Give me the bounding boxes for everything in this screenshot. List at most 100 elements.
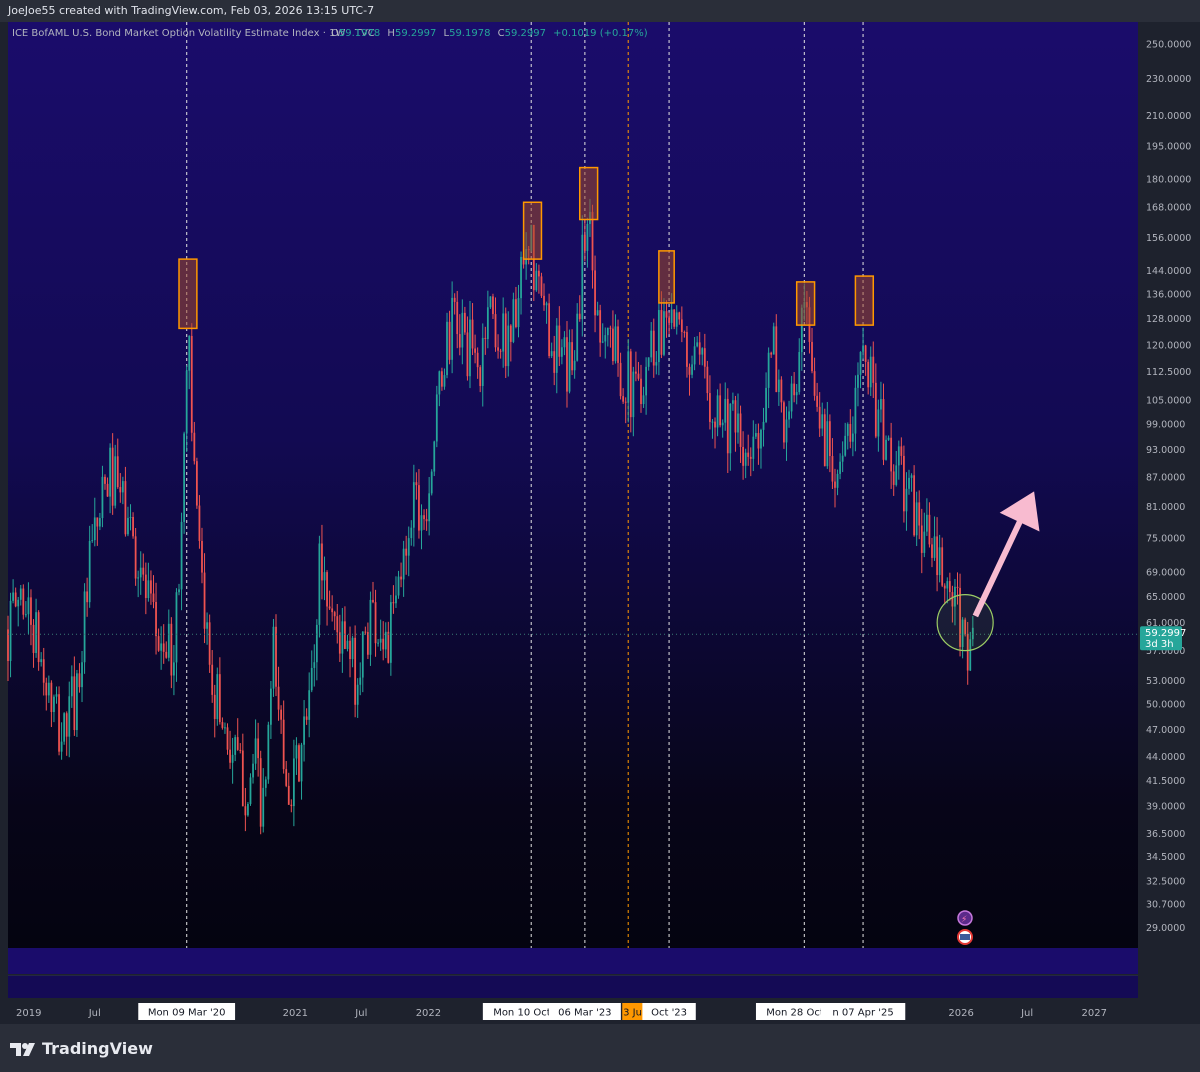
legend-h-value: 59.2997 (395, 28, 436, 39)
candle-body (596, 310, 599, 316)
candle-body (338, 632, 341, 654)
candle-body (456, 301, 459, 335)
candle-body (275, 626, 277, 687)
chart-svg[interactable]: 250.0000 230.0000 210.0000 195.0000 180.0000… (0, 22, 1200, 1024)
candle-body (374, 602, 377, 644)
candle-body (841, 455, 844, 462)
candle-body (9, 600, 12, 662)
candle-body (129, 516, 132, 518)
svg-text:O59.1978 H59.2997: O59.1978 H59.2997 L59.1978 C59.2997 +0.1… (331, 28, 648, 39)
candle-body (652, 330, 655, 366)
header-bar: JoeJoe55 created with TradingView.com, F… (0, 0, 1200, 22)
candle-body (581, 234, 584, 320)
tradingview-logo[interactable]: TradingView (10, 1039, 153, 1058)
candle-body (849, 424, 852, 442)
candle-body (573, 360, 576, 371)
candle-body (535, 270, 538, 291)
candle-body (497, 347, 499, 351)
candle-body (40, 659, 43, 663)
candle-body (173, 662, 175, 676)
candle-body (721, 422, 724, 426)
candle-body (913, 475, 916, 536)
candle-body (257, 738, 260, 759)
candle-body (389, 602, 392, 663)
price-tick-label: 30.7000 (1146, 900, 1185, 911)
candle-body (14, 592, 17, 607)
candle-body (315, 624, 318, 663)
candle-body (762, 421, 765, 430)
candle-body (931, 544, 933, 558)
candle-body (920, 525, 923, 553)
price-tag-countdown: 3d 3h (1145, 639, 1174, 650)
candle-body (543, 295, 545, 306)
candle-body (359, 677, 362, 685)
candle-body (749, 456, 752, 459)
candle-body (35, 612, 37, 653)
candle-body (484, 337, 487, 340)
candle-body (502, 313, 505, 352)
candle-body (476, 352, 479, 368)
candle-body (313, 662, 316, 668)
legend-c-label: C (498, 28, 505, 39)
candle-body (344, 621, 346, 649)
candle-body (37, 612, 40, 663)
candle-body (471, 319, 474, 349)
candle-body (795, 392, 798, 396)
candle-body (956, 586, 959, 588)
candle-body (540, 276, 543, 296)
candle-body (167, 623, 170, 658)
candle-body (183, 433, 186, 522)
candle-body (872, 356, 875, 383)
candle-body (706, 366, 709, 394)
candle-body (190, 335, 193, 433)
candle-body (538, 270, 540, 277)
price-tick-label: 75.0000 (1146, 533, 1185, 544)
candle-body (45, 682, 48, 696)
candle-body (650, 330, 653, 358)
candle-body (877, 409, 880, 437)
candle-body (905, 488, 908, 512)
candle-body (346, 640, 349, 649)
candle-body (221, 722, 224, 728)
candle-body (857, 374, 859, 388)
candle-body (382, 638, 385, 650)
candle-body (683, 331, 686, 333)
price-tick-label: 93.0000 (1146, 445, 1185, 456)
price-tick-label: 32.5000 (1146, 876, 1185, 887)
candle-body (770, 352, 773, 355)
candle-body (578, 313, 581, 320)
candle-body (655, 362, 658, 366)
time-tick-label: Jul (354, 1008, 367, 1019)
candle-body (425, 519, 428, 522)
candle-body (415, 482, 418, 486)
price-tick-label: 128.0000 (1146, 314, 1191, 325)
legend-change: +0.1019 (+0.17%) (553, 28, 648, 39)
candle-body (224, 727, 226, 729)
price-tick-label: 87.0000 (1146, 473, 1185, 484)
time-tick-label: 2022 (416, 1008, 441, 1019)
candle-body (193, 432, 196, 462)
candle-body (670, 309, 673, 323)
candle-body (675, 312, 678, 327)
candle-body (492, 296, 494, 315)
candle-body (601, 341, 604, 343)
candle-body (512, 299, 515, 342)
price-tick-label: 144.0000 (1146, 266, 1191, 277)
event-label: Mon 09 Mar '20 (148, 1008, 226, 1019)
candle-body (678, 312, 681, 320)
candle-body (948, 581, 951, 593)
candle-body (499, 350, 502, 352)
candle-body (132, 516, 134, 537)
price-tick-label: 136.0000 (1146, 289, 1191, 300)
time-tick-label: Jul (1020, 1008, 1033, 1019)
candle-body (308, 690, 311, 720)
candle-body (50, 682, 53, 713)
candle-body (635, 371, 637, 374)
candle-body (747, 452, 750, 457)
candle-body (660, 310, 663, 355)
candle-body (150, 580, 152, 594)
candle-body (47, 682, 50, 696)
candle-body (298, 745, 300, 782)
candle-body (941, 547, 944, 586)
candle-body (259, 758, 262, 827)
